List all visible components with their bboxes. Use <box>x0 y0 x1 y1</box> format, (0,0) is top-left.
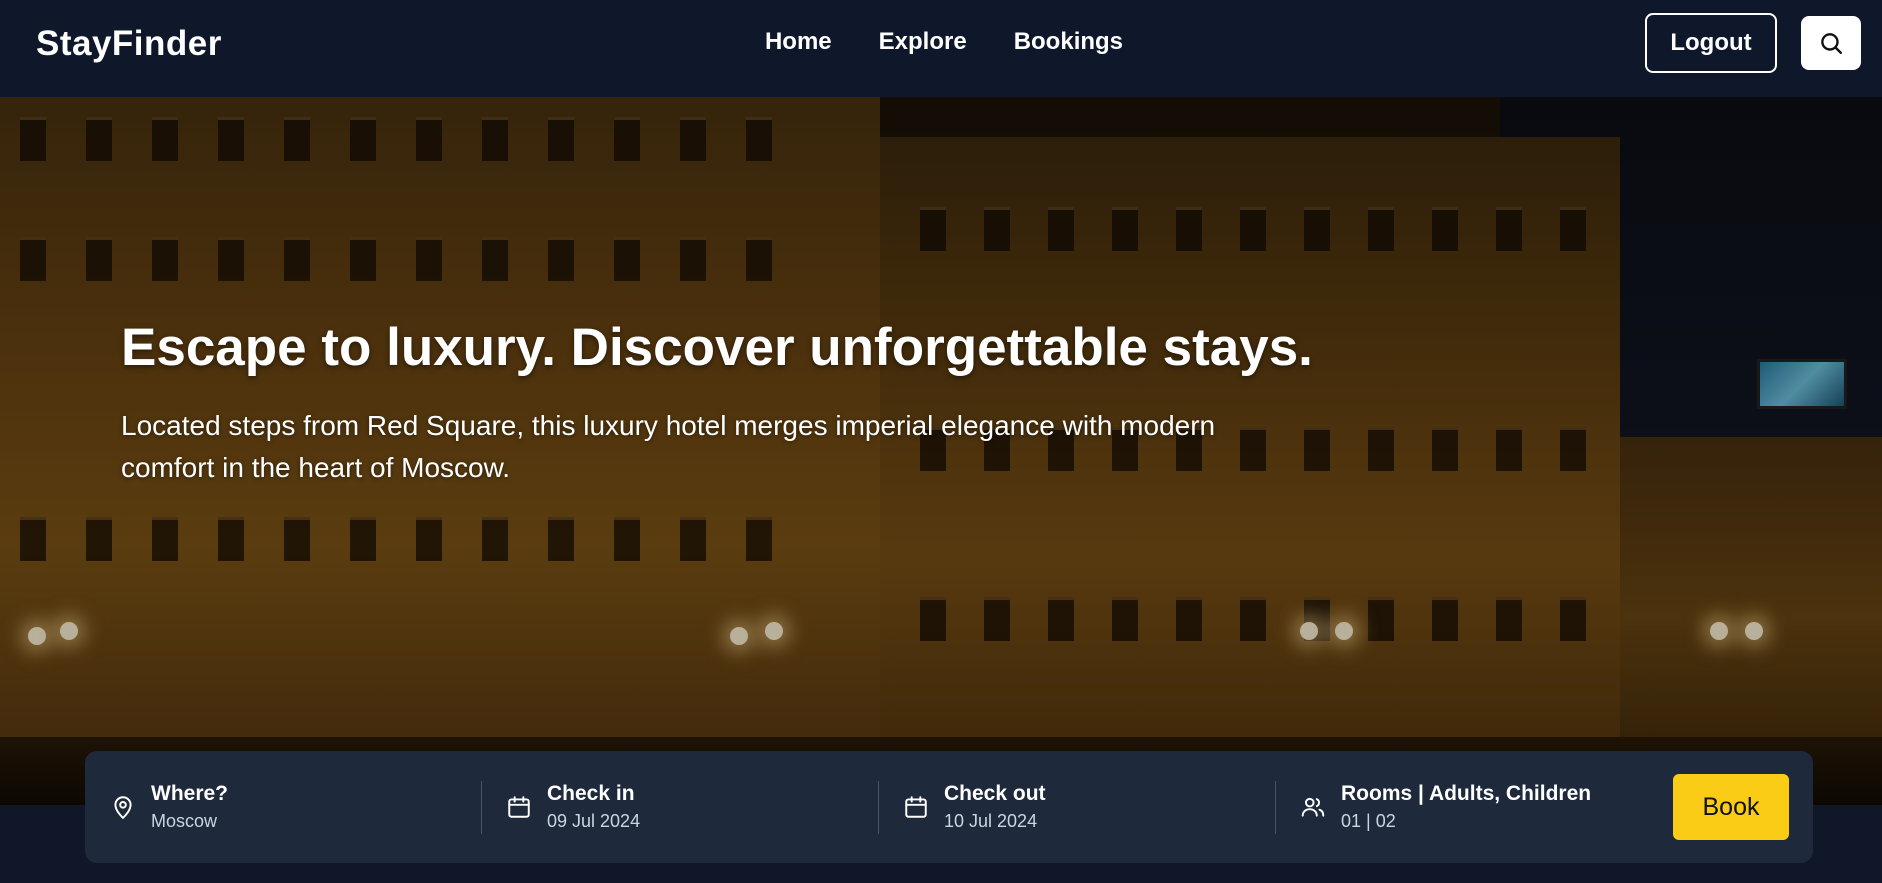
field-divider <box>878 781 879 834</box>
booking-search-bar: Where? Moscow Check in 09 Jul 2024 Check… <box>85 751 1813 863</box>
search-button[interactable] <box>1801 16 1861 70</box>
where-value: Moscow <box>151 810 218 831</box>
hero-title: Escape to luxury. Discover unforgettable… <box>121 318 1313 377</box>
calendar-icon <box>902 793 930 821</box>
hero-section: Escape to luxury. Discover unforgettable… <box>0 97 1882 805</box>
map-pin-icon <box>109 793 137 821</box>
nav-link-explore[interactable]: Explore <box>879 28 967 56</box>
check-in-value: 09 Jul 2024 <box>547 810 641 831</box>
nav-link-home[interactable]: Home <box>765 28 832 56</box>
nav-link-bookings[interactable]: Bookings <box>1014 28 1123 56</box>
check-out-value: 10 Jul 2024 <box>944 810 1038 831</box>
check-out-label: Check out <box>944 781 1046 805</box>
search-icon <box>1821 33 1842 54</box>
guests-label: Rooms | Adults, Children <box>1341 781 1592 805</box>
main-nav: Home Explore Bookings <box>0 28 1882 56</box>
top-navbar: StayFinder Home Explore Bookings Logout <box>0 0 1882 97</box>
guests-value: 01 | 02 <box>1341 810 1396 831</box>
where-label: Where? <box>151 781 229 805</box>
hero-subtitle: Located steps from Red Square, this luxu… <box>121 410 1216 483</box>
guests-field[interactable]: Rooms | Adults, Children 01 | 02 <box>1299 751 1591 863</box>
where-field[interactable]: Where? Moscow <box>109 751 228 863</box>
check-in-label: Check in <box>547 781 635 805</box>
users-icon <box>1299 793 1327 821</box>
book-button[interactable]: Book <box>1673 774 1789 840</box>
field-divider <box>1275 781 1276 834</box>
check-in-field[interactable]: Check in 09 Jul 2024 <box>505 751 640 863</box>
field-divider <box>481 781 482 834</box>
check-out-field[interactable]: Check out 10 Jul 2024 <box>902 751 1046 863</box>
calendar-icon <box>505 793 533 821</box>
logout-button[interactable]: Logout <box>1645 13 1777 73</box>
